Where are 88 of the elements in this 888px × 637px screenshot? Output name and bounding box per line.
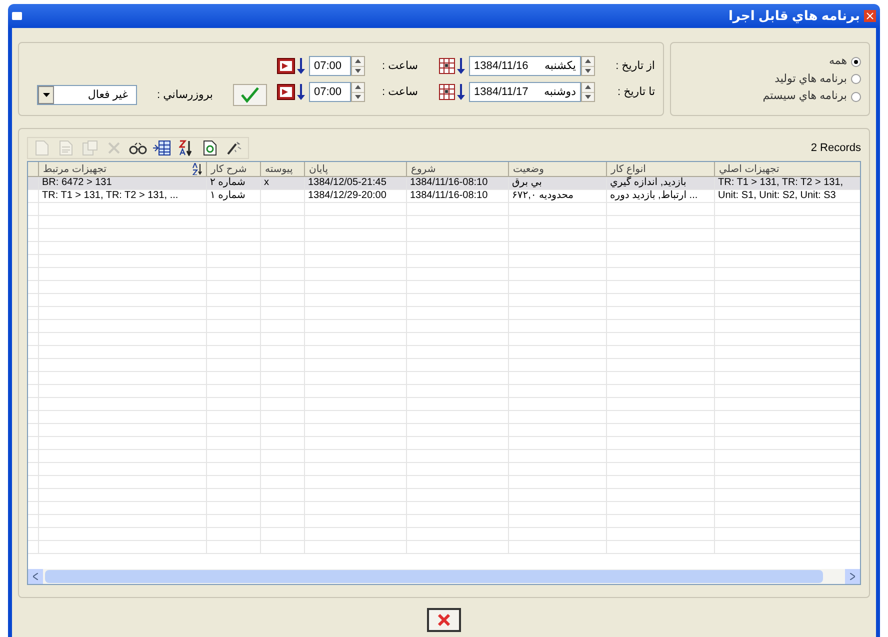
- table-cell: TR: T1 > 131, TR: T2 > 131, ...: [42, 190, 178, 202]
- window-title: برنامه هاي قابل اجرا: [728, 7, 860, 26]
- up-arrow-icon[interactable]: [585, 85, 591, 90]
- date-value: 1384/11/16: [474, 58, 528, 74]
- column-header[interactable]: شروع: [406, 162, 508, 176]
- down-arrow-icon[interactable]: [355, 68, 361, 73]
- spin-button[interactable]: [581, 82, 595, 102]
- date-value: 1384/11/17: [474, 84, 528, 100]
- clock-icon[interactable]: [277, 58, 295, 74]
- column-header[interactable]: انواع كار: [606, 162, 714, 176]
- day-name: دوشنبه: [544, 84, 576, 100]
- table-cell: 1384/12/29-20:00: [308, 190, 386, 202]
- table-cell: 1384/12/05-21:45: [308, 177, 386, 189]
- time-field[interactable]: 07:00: [309, 82, 351, 102]
- date-label: از تاريخ :: [614, 58, 655, 74]
- dropdown-button[interactable]: [38, 86, 54, 104]
- new-document-icon: [35, 140, 49, 156]
- table-cell: شماره ۱: [210, 190, 246, 202]
- column-header[interactable]: وضعيت: [508, 162, 606, 176]
- radio-button[interactable]: [851, 56, 861, 66]
- table-cell: 1384/11/16-08:10: [410, 190, 488, 202]
- app-icon: [864, 10, 876, 22]
- down-arrow-icon[interactable]: [585, 94, 591, 99]
- calendar-icon[interactable]: [439, 58, 455, 74]
- up-arrow-icon[interactable]: [585, 59, 591, 64]
- day-name: يكشنبه: [544, 58, 576, 74]
- table-cell: Unit: S1, Unit: S2, Unit: S3: [718, 190, 836, 202]
- radio-label: برنامه هاي توليد: [774, 72, 847, 87]
- spin-button[interactable]: [581, 56, 595, 76]
- refresh-dropdown[interactable]: غير فعال: [37, 85, 137, 105]
- down-arrow-icon[interactable]: [297, 58, 305, 74]
- column-header[interactable]: تجهيزات اصلي: [714, 162, 860, 176]
- refresh-document-icon: [203, 140, 217, 156]
- sort-icon: [179, 140, 193, 156]
- table-cell: 1384/11/16-08:10: [410, 177, 488, 189]
- scroll-left-button[interactable]: [28, 569, 43, 584]
- table-arrow-icon: [153, 140, 171, 156]
- table-cell: شماره ۲: [210, 177, 246, 189]
- caret-icon: [42, 93, 50, 97]
- down-arrow-icon[interactable]: [457, 58, 465, 74]
- down-arrow-icon[interactable]: [585, 68, 591, 73]
- table-cell: TR: T1 > 131, TR: T2 > 131,: [718, 177, 844, 189]
- column-header[interactable]: پايان: [304, 162, 406, 176]
- radio-button[interactable]: [851, 92, 861, 102]
- spin-button[interactable]: [351, 82, 365, 102]
- table-cell: محدوديه ۶۷۲,۰: [512, 190, 574, 202]
- table-cell: بازديد, اندازه گيري: [610, 177, 686, 189]
- down-arrow-icon[interactable]: [355, 94, 361, 99]
- table-cell: ... ارتباط, بازديد دوره: [610, 190, 698, 202]
- column-header[interactable]: شرح كار: [206, 162, 260, 176]
- record-count: 2 Records: [810, 140, 861, 156]
- toolbar-button[interactable]: [152, 139, 172, 157]
- apply-button[interactable]: [233, 84, 267, 106]
- scroll-right-button[interactable]: [845, 569, 860, 584]
- time-label: ساعت :: [380, 58, 420, 74]
- paste-icon: [82, 140, 98, 156]
- clock-icon[interactable]: [277, 84, 295, 100]
- radio-button[interactable]: [851, 74, 861, 84]
- up-arrow-icon[interactable]: [355, 59, 361, 64]
- delete-icon: [107, 141, 121, 155]
- table-cell: x: [264, 177, 269, 189]
- document-icon: [59, 140, 73, 156]
- time-label: ساعت :: [380, 84, 420, 100]
- dropdown-value: غير فعال: [86, 88, 129, 103]
- radio-label: همه: [828, 54, 847, 70]
- column-header[interactable]: تجهيزات مرتبط: [38, 162, 206, 176]
- down-arrow-icon[interactable]: [297, 84, 305, 100]
- down-arrow-icon[interactable]: [457, 84, 465, 100]
- table-cell: BR: 6472 > 131: [42, 177, 112, 189]
- table-cell: بي برق: [512, 177, 542, 189]
- checkmark-icon: [241, 87, 259, 103]
- binoculars-icon: [129, 141, 147, 155]
- time-value: 07:00: [314, 58, 342, 74]
- calendar-icon[interactable]: [439, 84, 455, 100]
- radio-label: برنامه هاي سيستم: [762, 89, 847, 104]
- close-button[interactable]: [427, 608, 461, 632]
- column-header[interactable]: پيوسته: [260, 162, 304, 176]
- magic-wand-icon: [226, 141, 242, 155]
- time-value: 07:00: [314, 84, 342, 100]
- sort-icon[interactable]: [192, 163, 202, 175]
- close-icon: [437, 613, 451, 627]
- horizontal-scrollbar[interactable]: [28, 569, 860, 584]
- date-label: تا تاريخ :: [616, 84, 655, 100]
- refresh-label: بروزرساني :: [156, 88, 214, 103]
- scroll-thumb[interactable]: [45, 570, 823, 583]
- spin-button[interactable]: [351, 56, 365, 76]
- up-arrow-icon[interactable]: [355, 85, 361, 90]
- time-field[interactable]: 07:00: [309, 56, 351, 76]
